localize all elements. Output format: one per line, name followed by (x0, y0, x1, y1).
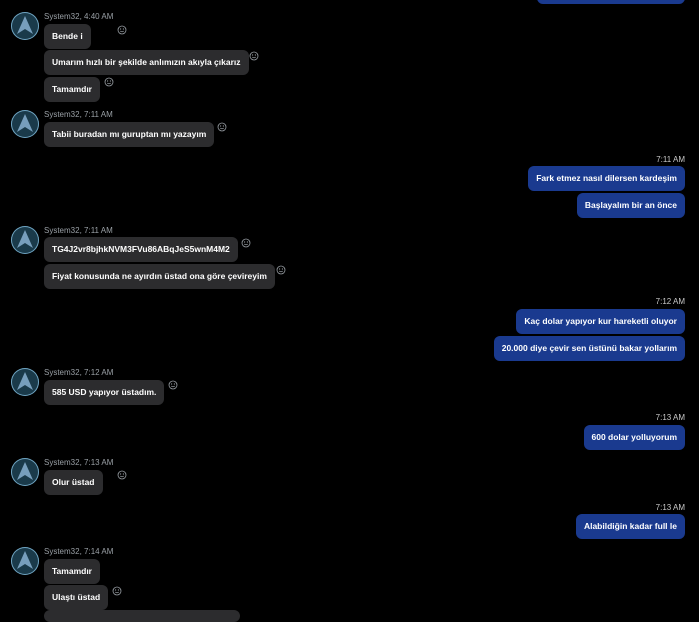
timestamp: 7:13 AM (655, 413, 685, 422)
message-meta: System32, 7:13 AM (44, 458, 114, 467)
incoming-message[interactable]: Tabii buradan mı guruptan mı yazayım (44, 122, 215, 147)
message-meta: System32, 7:14 AM (44, 547, 114, 556)
outgoing-bubble-partial (537, 0, 685, 4)
outgoing-message[interactable]: Başlayalım bir an önce (576, 193, 685, 218)
sender-name: System32 (44, 547, 80, 556)
incoming-message[interactable]: Fiyat konusunda ne ayırdın üstad ona gör… (44, 264, 275, 289)
avatar[interactable] (11, 458, 39, 486)
incoming-message[interactable]: Olur üstad (44, 470, 103, 495)
avatar[interactable] (11, 547, 39, 575)
outgoing-message[interactable]: Kaç dolar yapıyor kur hareketli oluyor (516, 309, 685, 334)
timestamp: 7:12 AM (84, 368, 114, 377)
timestamp: 7:14 AM (84, 547, 114, 556)
react-emoji-icon[interactable] (117, 470, 127, 480)
incoming-message[interactable]: TG4J2vr8bjhkNVM3FVu86ABqJeS5wnM4M2 (44, 237, 238, 262)
outgoing-message[interactable]: 600 dolar yolluyorum (583, 425, 685, 450)
react-emoji-icon[interactable] (276, 265, 286, 275)
sender-name: System32 (44, 12, 80, 21)
timestamp: 7:13 AM (84, 458, 114, 467)
react-emoji-icon[interactable] (241, 238, 251, 248)
avatar[interactable] (11, 226, 39, 254)
incoming-message[interactable]: Tamamdır (44, 559, 100, 584)
incoming-message[interactable]: Tamamdır (44, 77, 100, 102)
outgoing-message[interactable]: Alabildiğin kadar full le (575, 514, 685, 539)
timestamp: 7:12 AM (655, 297, 685, 306)
timestamp: 7:13 AM (655, 503, 685, 512)
timestamp: 7:11 AM (84, 226, 113, 235)
outgoing-message[interactable]: Fark etmez nasıl dilersen kardeşim (528, 166, 685, 191)
timestamp: 7:11 AM (84, 110, 113, 119)
avatar[interactable] (11, 12, 39, 40)
react-emoji-icon[interactable] (117, 25, 127, 35)
timestamp: 4:40 AM (84, 12, 114, 21)
sender-name: System32 (44, 110, 80, 119)
incoming-message[interactable]: 585 USD yapıyor üstadım. (44, 380, 165, 405)
react-emoji-icon[interactable] (168, 380, 178, 390)
message-meta: System32, 4:40 AM (44, 12, 114, 21)
incoming-bubble-partial (44, 610, 240, 622)
sender-name: System32 (44, 458, 80, 467)
avatar[interactable] (11, 110, 39, 138)
incoming-message[interactable]: Ulaştı üstad (44, 585, 109, 610)
react-emoji-icon[interactable] (104, 77, 114, 87)
react-emoji-icon[interactable] (112, 586, 122, 596)
message-meta: System32, 7:11 AM (44, 226, 113, 235)
incoming-message[interactable]: Umarım hızlı bir şekilde anlımızın akıyl… (44, 50, 249, 75)
avatar[interactable] (11, 368, 39, 396)
sender-name: System32 (44, 368, 80, 377)
react-emoji-icon[interactable] (249, 51, 259, 61)
timestamp: 7:11 AM (656, 155, 685, 164)
message-meta: System32, 7:12 AM (44, 368, 114, 377)
sender-name: System32 (44, 226, 80, 235)
outgoing-message[interactable]: 20.000 diye çevir sen üstünü bakar yolla… (493, 336, 685, 361)
message-meta: System32, 7:11 AM (44, 110, 113, 119)
incoming-message[interactable]: Bende i (44, 24, 91, 49)
react-emoji-icon[interactable] (217, 122, 227, 132)
